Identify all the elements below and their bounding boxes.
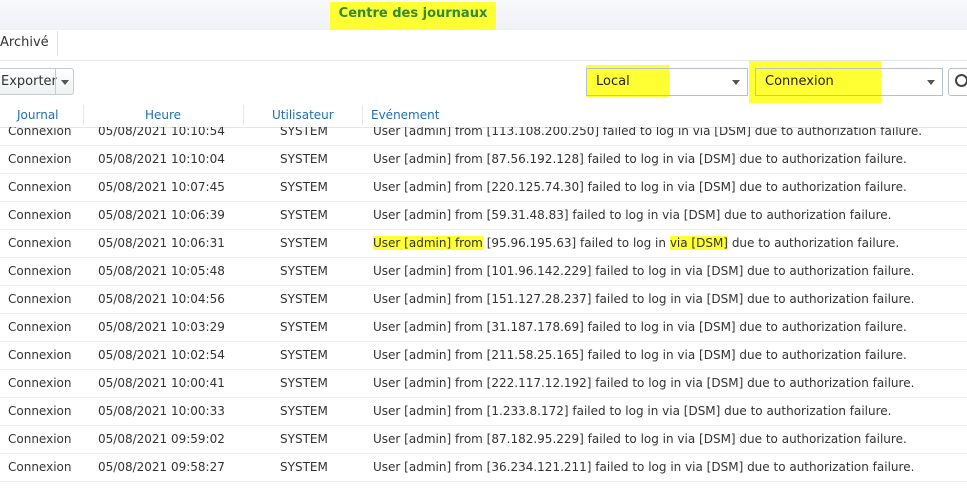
cell-evenement: User [admin] from [211.58.25.165] failed… — [373, 348, 907, 362]
log-type-select-value: Connexion — [765, 74, 834, 89]
chevron-down-icon — [927, 80, 935, 85]
source-select[interactable]: Local — [586, 68, 748, 96]
column-header: Journal Heure Utilisateur Evénement — [0, 103, 967, 128]
table-row[interactable]: Connexion 05/08/2021 09:58:27 SYSTEM Use… — [0, 454, 967, 482]
cell-heure: 05/08/2021 10:06:39 — [98, 208, 225, 222]
cell-journal: Connexion — [8, 152, 72, 166]
cell-utilisateur: SYSTEM — [280, 264, 328, 278]
cell-evenement: User [admin] from [101.96.142.229] faile… — [373, 264, 915, 278]
table-row[interactable]: Connexion 05/08/2021 10:06:31 SYSTEM Use… — [0, 230, 967, 258]
cell-utilisateur: SYSTEM — [280, 432, 328, 446]
cell-utilisateur: SYSTEM — [280, 127, 328, 138]
cell-journal: Connexion — [8, 236, 72, 250]
table-row[interactable]: Connexion 05/08/2021 10:00:33 SYSTEM Use… — [0, 398, 967, 426]
cell-heure: 05/08/2021 10:06:31 — [98, 236, 225, 250]
cell-journal: Connexion — [8, 376, 72, 390]
cell-utilisateur: SYSTEM — [280, 404, 328, 418]
source-select-value: Local — [596, 74, 630, 89]
cell-journal: Connexion — [8, 180, 72, 194]
cell-utilisateur: SYSTEM — [280, 236, 328, 250]
column-divider — [243, 105, 244, 125]
tab-archive[interactable]: Archivé — [0, 30, 49, 60]
cell-journal: Connexion — [8, 264, 72, 278]
table-row[interactable]: Connexion 05/08/2021 10:03:29 SYSTEM Use… — [0, 314, 967, 342]
event-text: due to authorization failure. — [728, 236, 900, 250]
cell-evenement: User [admin] from [31.187.178.69] failed… — [373, 320, 907, 334]
column-divider — [362, 105, 363, 125]
search-icon — [955, 74, 967, 87]
cell-evenement: User [admin] from [95.96.195.63] failed … — [373, 230, 899, 257]
tab-divider — [57, 31, 58, 56]
table-row[interactable]: Connexion 05/08/2021 10:00:41 SYSTEM Use… — [0, 370, 967, 398]
export-split-divider — [55, 69, 56, 94]
cell-heure: 05/08/2021 10:00:33 — [98, 404, 225, 418]
toolbar: Exporter Local Connexion — [0, 61, 967, 103]
highlight-via-dsm: via [DSM] — [669, 236, 728, 250]
column-divider — [83, 105, 84, 125]
cell-heure: 05/08/2021 10:10:54 — [98, 127, 225, 138]
tabs-bar: Archivé — [0, 30, 967, 61]
cell-evenement: User [admin] from [59.31.48.83] failed t… — [373, 208, 892, 222]
export-button[interactable]: Exporter — [0, 68, 74, 95]
cell-journal: Connexion — [8, 404, 72, 418]
cell-journal: Connexion — [8, 460, 72, 474]
window-title: Centre des journaux — [330, 2, 496, 31]
event-text: [95.96.195.63] failed to log in — [482, 236, 670, 250]
cell-heure: 05/08/2021 10:04:56 — [98, 292, 225, 306]
cell-evenement: User [admin] from [36.234.121.211] faile… — [373, 460, 915, 474]
cell-journal: Connexion — [8, 432, 72, 446]
cell-heure: 05/08/2021 10:02:54 — [98, 348, 225, 362]
table-row[interactable]: Connexion 05/08/2021 10:06:39 SYSTEM Use… — [0, 202, 967, 230]
search-button[interactable] — [948, 68, 967, 96]
column-journal[interactable]: Journal — [17, 103, 59, 127]
cell-evenement: User [admin] from [87.56.192.128] failed… — [373, 152, 907, 166]
cell-heure: 05/08/2021 10:00:41 — [98, 376, 225, 390]
cell-utilisateur: SYSTEM — [280, 292, 328, 306]
cell-journal: Connexion — [8, 320, 72, 334]
cell-heure: 05/08/2021 09:59:02 — [98, 432, 225, 446]
table-row[interactable]: Connexion 05/08/2021 10:10:54 SYSTEM Use… — [0, 127, 967, 146]
cell-utilisateur: SYSTEM — [280, 348, 328, 362]
cell-journal: Connexion — [8, 292, 72, 306]
column-utilisateur[interactable]: Utilisateur — [272, 103, 334, 127]
cell-utilisateur: SYSTEM — [280, 180, 328, 194]
cell-heure: 05/08/2021 10:03:29 — [98, 320, 225, 334]
cell-evenement: User [admin] from [87.182.95.229] failed… — [373, 432, 907, 446]
cell-evenement: User [admin] from [222.117.12.192] faile… — [373, 376, 915, 390]
cell-heure: 05/08/2021 10:05:48 — [98, 264, 225, 278]
cell-heure: 05/08/2021 09:58:27 — [98, 460, 225, 474]
cell-journal: Connexion — [8, 348, 72, 362]
table-row[interactable]: Connexion 05/08/2021 10:10:04 SYSTEM Use… — [0, 146, 967, 174]
cell-utilisateur: SYSTEM — [280, 320, 328, 334]
cell-evenement: User [admin] from [220.125.74.30] failed… — [373, 180, 907, 194]
cell-journal: Connexion — [8, 127, 72, 138]
column-evenement[interactable]: Evénement — [371, 103, 439, 127]
cell-utilisateur: SYSTEM — [280, 208, 328, 222]
chevron-down-icon — [732, 80, 740, 85]
cell-evenement: User [admin] from [1.233.8.172] failed t… — [373, 404, 892, 418]
cell-journal: Connexion — [8, 208, 72, 222]
cell-heure: 05/08/2021 10:10:04 — [98, 152, 225, 166]
log-table-body: Connexion 05/08/2021 10:10:54 SYSTEM Use… — [0, 127, 967, 482]
table-row[interactable]: Connexion 05/08/2021 10:05:48 SYSTEM Use… — [0, 258, 967, 286]
cell-evenement: User [admin] from [151.127.28.237] faile… — [373, 292, 915, 306]
chevron-down-icon[interactable] — [61, 80, 69, 85]
log-center-window: Centre des journaux Archivé Exporter Loc… — [0, 0, 967, 489]
cell-heure: 05/08/2021 10:07:45 — [98, 180, 225, 194]
cell-utilisateur: SYSTEM — [280, 152, 328, 166]
table-row[interactable]: Connexion 05/08/2021 10:07:45 SYSTEM Use… — [0, 174, 967, 202]
table-row[interactable]: Connexion 05/08/2021 10:02:54 SYSTEM Use… — [0, 342, 967, 370]
highlight-user-from: User [admin] from — [373, 236, 483, 250]
title-bar: Centre des journaux — [0, 0, 967, 31]
cell-utilisateur: SYSTEM — [280, 460, 328, 474]
table-row[interactable]: Connexion 05/08/2021 10:04:56 SYSTEM Use… — [0, 286, 967, 314]
log-type-select[interactable]: Connexion — [755, 68, 943, 96]
log-table[interactable]: Connexion 05/08/2021 10:10:54 SYSTEM Use… — [0, 127, 967, 489]
export-label: Exporter — [1, 74, 57, 89]
table-row[interactable]: Connexion 05/08/2021 09:59:02 SYSTEM Use… — [0, 426, 967, 454]
cell-evenement: User [admin] from [113.108.200.250] fail… — [373, 127, 923, 138]
column-heure[interactable]: Heure — [145, 103, 181, 127]
cell-utilisateur: SYSTEM — [280, 376, 328, 390]
